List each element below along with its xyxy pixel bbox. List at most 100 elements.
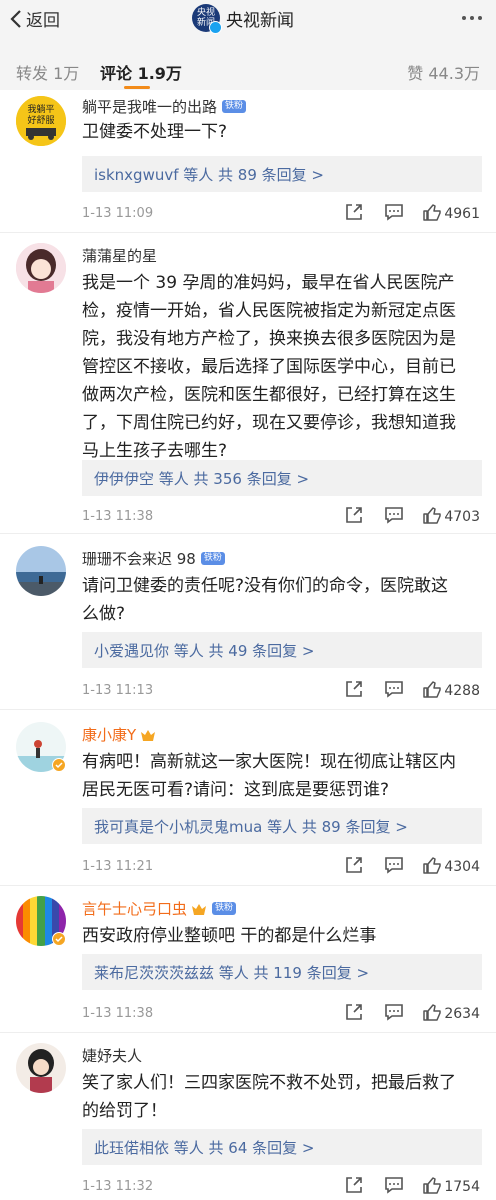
commenter-name-text: 康小康Y [82, 726, 137, 744]
fan-badge: 铁粉 [200, 552, 225, 565]
like-count: 4961 [444, 206, 480, 222]
comment-line: 么做? [82, 604, 126, 624]
tab-comments[interactable]: 评论 1.9万 [100, 60, 182, 84]
like-count: 4304 [444, 859, 480, 875]
avatar-text-1: 我躺平 [27, 103, 54, 115]
avatar[interactable]: 我躺平 好舒服 [16, 96, 66, 146]
comment-time: 1-13 11:13 [82, 683, 154, 698]
comment-time: 1-13 11:38 [82, 509, 154, 524]
reply-summary[interactable]: isknxgwuvf 等人 共 89 条回复 > [82, 156, 482, 192]
like-count: 4703 [444, 509, 480, 525]
commenter-name-text: 珊珊不会来迟 98 [82, 550, 196, 568]
share-icon[interactable] [344, 1175, 364, 1195]
comment-line: 居民无医可看?请问：这到底是要惩罚谁? [82, 780, 390, 800]
comment-item: 我躺平 好舒服 躺平是我唯一的出路 铁粉 卫健委不处理一下? isknxgwuv… [0, 90, 496, 232]
avatar[interactable] [16, 1043, 66, 1093]
comment-text: 笑了家人们！三四家医院不救不处罚，把最后救了 的给罚了！ [82, 1069, 482, 1125]
comment-item: 蒲蒲星的星 我是一个 39 孕周的准妈妈，最早在省人民医院产 检，疫情一开始，省… [0, 233, 496, 533]
commenter-name[interactable]: 躺平是我唯一的出路 铁粉 [82, 96, 247, 117]
chevron-left-icon [10, 9, 21, 28]
share-icon[interactable] [344, 679, 364, 699]
comment-time: 1-13 11:21 [82, 859, 154, 874]
reply-summary-text: 此珏偌相依 等人 共 64 条回复 > [94, 1139, 315, 1157]
like-icon[interactable] [422, 1002, 442, 1022]
nav-bar: 返回 央视 新闻 央视新闻 [0, 0, 496, 36]
share-icon[interactable] [344, 202, 364, 222]
like-count: 2634 [444, 1006, 480, 1022]
like-icon[interactable] [422, 202, 442, 222]
comment-text: 西安政府停业整顿吧 干的都是什么烂事 [82, 922, 482, 950]
avatar-text-2: 好舒服 [27, 114, 54, 126]
verified-icon [52, 758, 66, 772]
commenter-name-text: 躺平是我唯一的出路 [82, 98, 218, 116]
comment-line: 做两次产检，医院和医生都很好，已经打算在这生 [82, 385, 456, 405]
comment-time: 1-13 11:09 [82, 206, 154, 221]
comment-icon[interactable] [384, 1175, 404, 1195]
logo-text-top: 央视 [196, 8, 215, 18]
reply-summary-text: isknxgwuvf 等人 共 89 条回复 > [94, 166, 325, 184]
commenter-name-text: 言午士心弓口虫 [82, 900, 188, 918]
commenter-name-text: 蒲蒲星的星 [82, 247, 158, 265]
comment-icon[interactable] [384, 855, 404, 875]
verified-icon [52, 932, 66, 946]
like-icon[interactable] [422, 505, 442, 525]
avatar-image [16, 546, 66, 596]
commenter-name[interactable]: 珊珊不会来迟 98 铁粉 [82, 548, 225, 569]
share-icon[interactable] [344, 1002, 364, 1022]
tab-repost[interactable]: 转发 1万 [16, 60, 79, 84]
account-title[interactable]: 央视 新闻 央视新闻 [192, 4, 294, 34]
comment-icon[interactable] [384, 202, 404, 222]
comment-text: 卫健委不处理一下? [82, 118, 482, 146]
comment-time: 1-13 11:38 [82, 1006, 154, 1021]
more-icon[interactable] [458, 16, 482, 20]
comment-item: 珊珊不会来迟 98 铁粉 请问卫健委的责任呢?没有你们的命令，医院敢这 么做? … [0, 534, 496, 709]
reply-summary[interactable]: 我可真是个小机灵鬼mua 等人 共 89 条回复 > [82, 808, 482, 844]
avatar-image [16, 1043, 66, 1093]
commenter-name[interactable]: 蒲蒲星的星 [82, 245, 157, 266]
like-icon[interactable] [422, 855, 442, 875]
fan-badge: 铁粉 [212, 902, 237, 915]
reply-summary[interactable]: 伊伊伊空 等人 共 356 条回复 > [82, 460, 482, 496]
avatar[interactable] [16, 243, 66, 293]
comment-text: 我是一个 39 孕周的准妈妈，最早在省人民医院产 检，疫情一开始，省人民医院被指… [82, 269, 482, 465]
like-icon[interactable] [422, 679, 442, 699]
tab-likes[interactable]: 赞 44.3万 [407, 60, 480, 84]
comment-line: 了，下周住院已约好，现在又要停诊，我想知道我 [82, 413, 456, 433]
comment-time: 1-13 11:32 [82, 1179, 154, 1194]
comment-line: 我是一个 39 孕周的准妈妈，最早在省人民医院产 [82, 273, 455, 293]
share-icon[interactable] [344, 855, 364, 875]
comment-line: 西安政府停业整顿吧 干的都是什么烂事 [82, 926, 377, 946]
tab-bar: 转发 1万 评论 1.9万 赞 44.3万 [0, 36, 496, 90]
comment-icon[interactable] [384, 679, 404, 699]
crown-icon [141, 729, 156, 741]
comment-meta: 1-13 11:38 2634 [82, 1002, 480, 1026]
comment-icon[interactable] [384, 505, 404, 525]
comment-line: 检，疫情一开始，省人民医院被指定为新冠定点医 [82, 301, 456, 321]
comment-line: 笑了家人们！三四家医院不救不处罚，把最后救了 [82, 1073, 456, 1093]
comment-line: 卫健委不处理一下? [82, 122, 228, 142]
comment-line: 有病吧！高新就这一家大医院！现在彻底让辖区内 [82, 752, 456, 772]
reply-summary[interactable]: 莱布尼茨茨茨兹兹 等人 共 119 条回复 > [82, 954, 482, 990]
like-icon[interactable] [422, 1175, 442, 1195]
comment-line: 院，我没有地方产检了，换来换去很多医院因为是 [82, 329, 456, 349]
reply-summary[interactable]: 小爱遇见你 等人 共 49 条回复 > [82, 632, 482, 668]
comment-line: 的给罚了！ [82, 1101, 167, 1121]
page-title: 央视新闻 [226, 10, 294, 31]
avatar[interactable] [16, 546, 66, 596]
back-label: 返回 [26, 11, 60, 31]
share-icon[interactable] [344, 505, 364, 525]
tab-underline [124, 86, 150, 89]
commenter-name-text: 婕妤夫人 [82, 1047, 143, 1065]
reply-summary-text: 小爱遇见你 等人 共 49 条回复 > [94, 642, 315, 660]
comment-meta: 1-13 11:13 4288 [82, 679, 480, 703]
reply-summary[interactable]: 此珏偌相依 等人 共 64 条回复 > [82, 1129, 482, 1165]
comment-meta: 1-13 11:38 4703 [82, 505, 480, 529]
commenter-name[interactable]: 康小康Y [82, 724, 156, 745]
commenter-name[interactable]: 言午士心弓口虫 铁粉 [82, 898, 237, 919]
commenter-name[interactable]: 婕妤夫人 [82, 1045, 142, 1066]
comment-meta: 1-13 11:09 4961 [82, 202, 480, 226]
comment-item: 言午士心弓口虫 铁粉 西安政府停业整顿吧 干的都是什么烂事 莱布尼茨茨茨兹兹 等… [0, 886, 496, 1032]
avatar-image [16, 243, 66, 293]
comment-icon[interactable] [384, 1002, 404, 1022]
back-button[interactable]: 返回 [10, 6, 60, 31]
